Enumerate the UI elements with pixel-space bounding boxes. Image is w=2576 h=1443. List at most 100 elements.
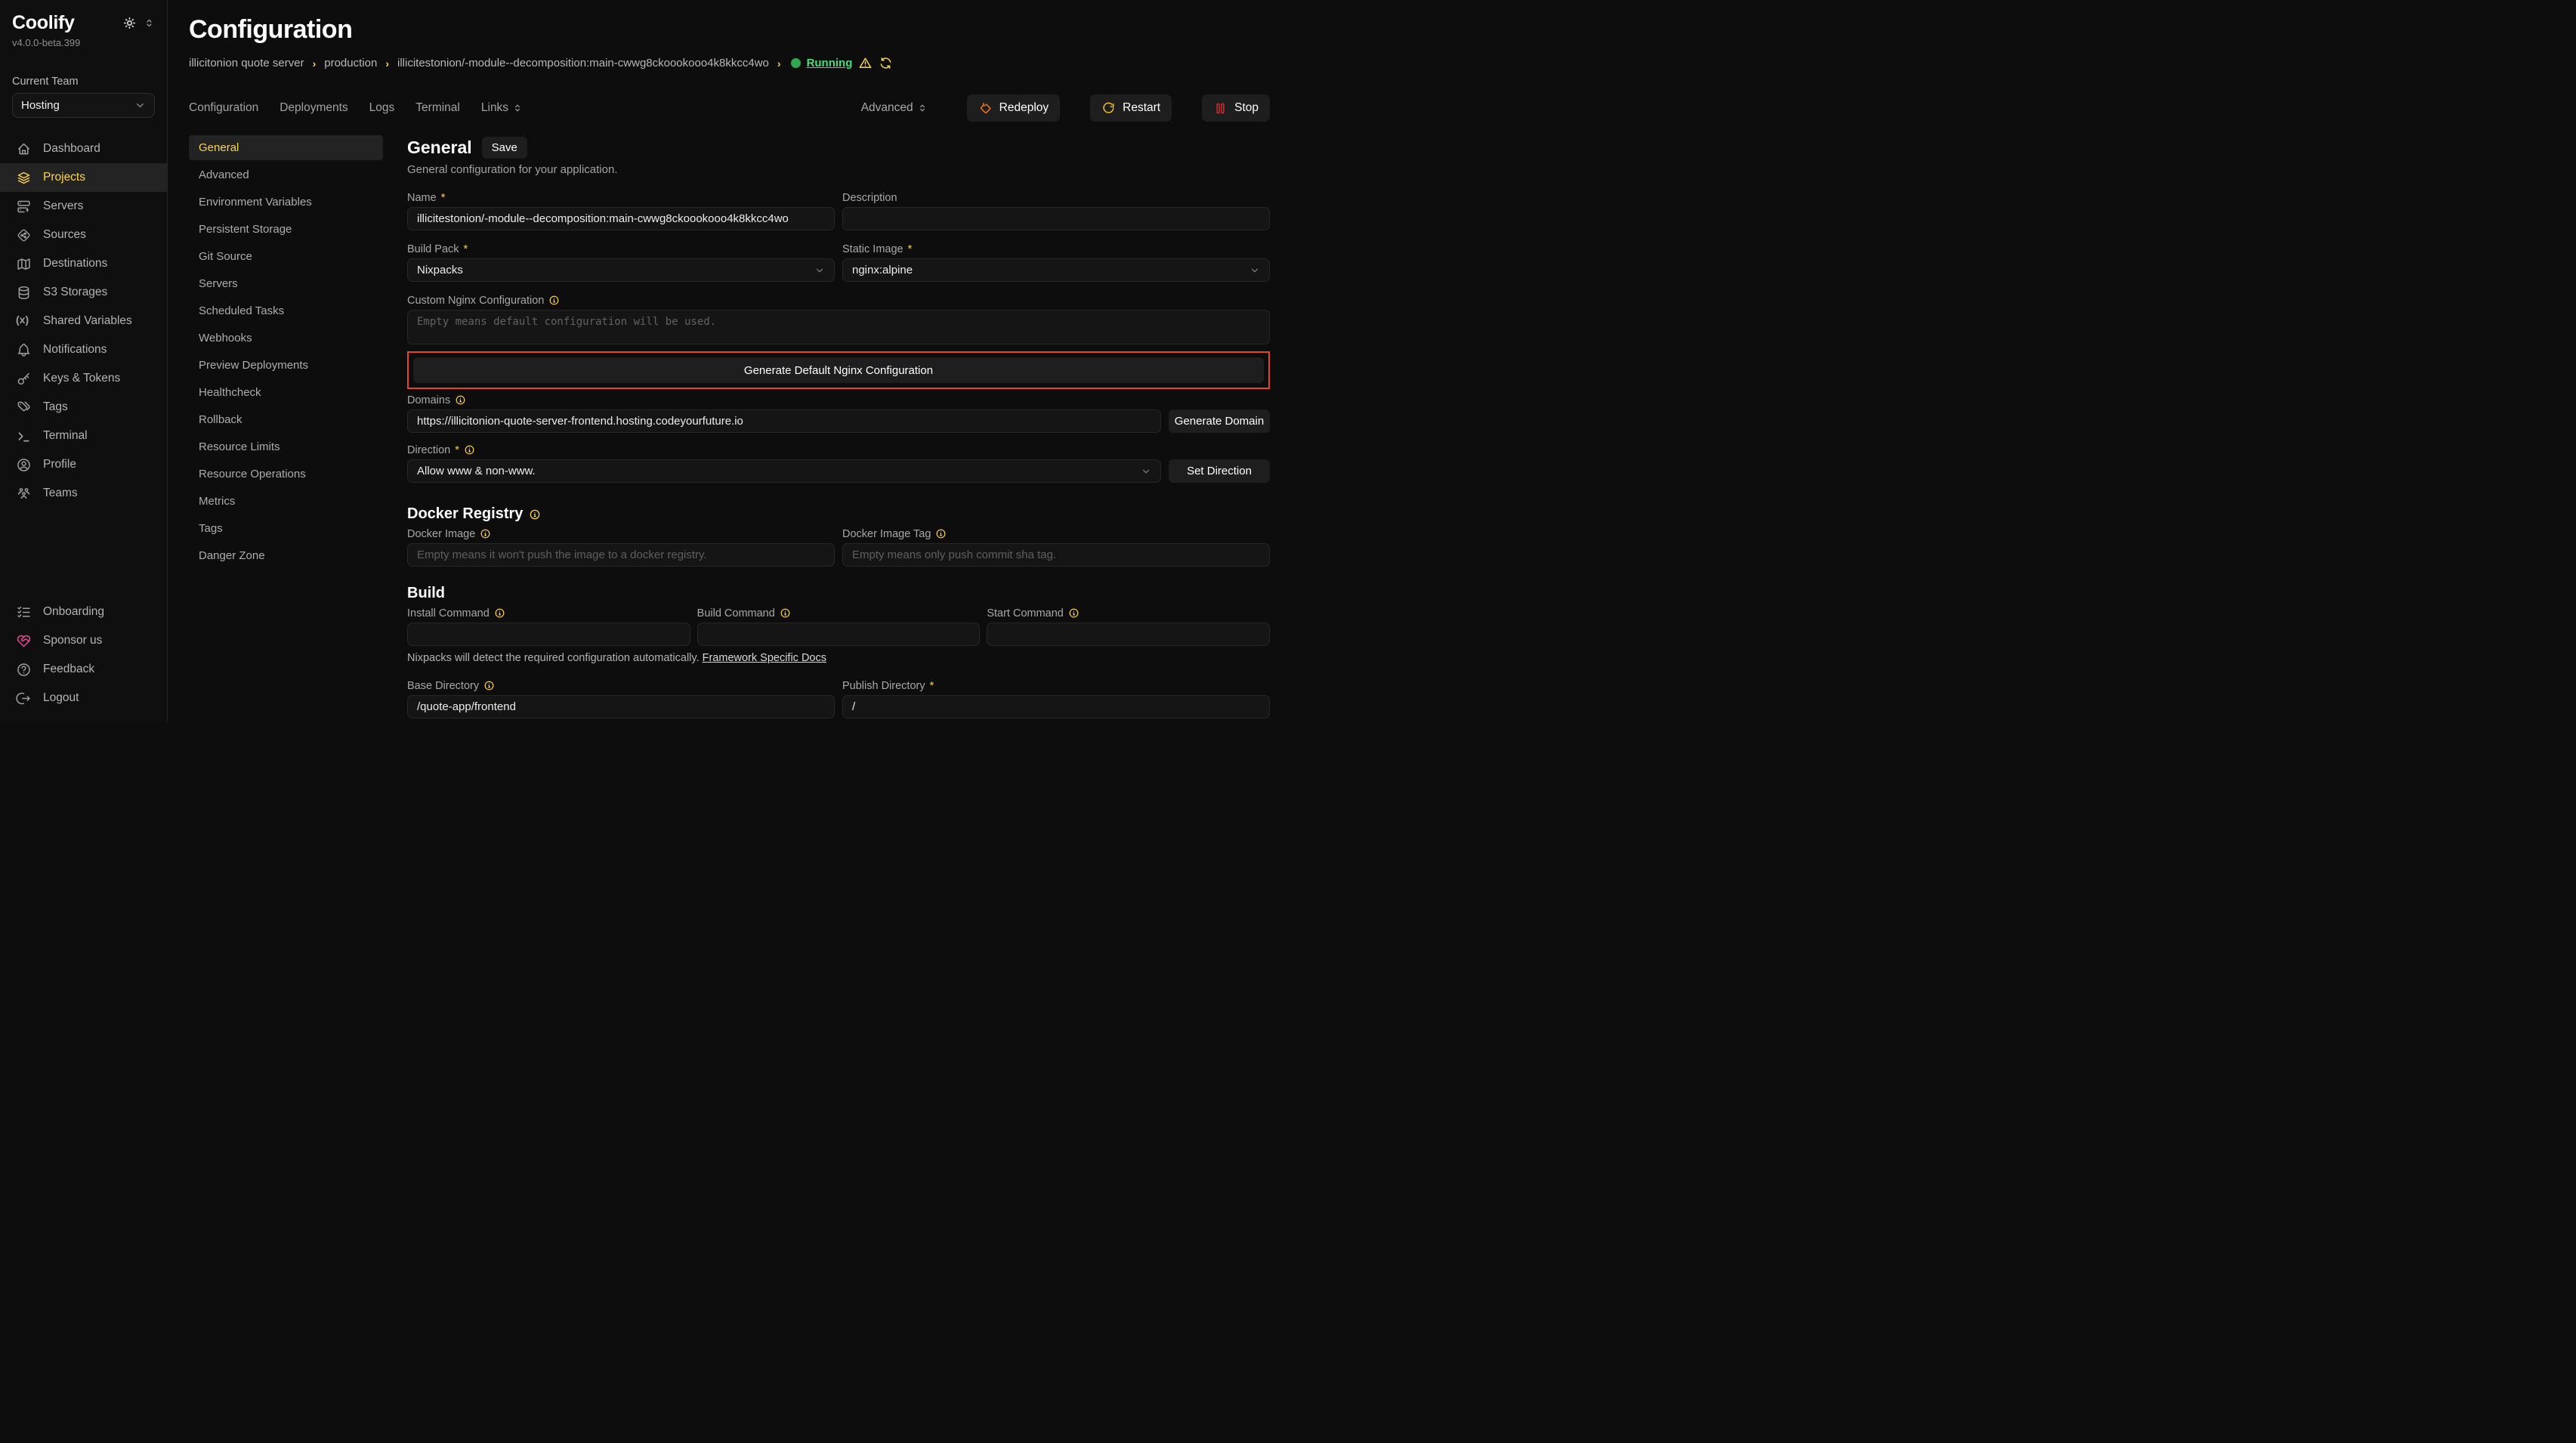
- build-command-input[interactable]: [697, 623, 981, 646]
- sidebar-item-terminal[interactable]: Terminal: [0, 422, 167, 450]
- description-input[interactable]: [842, 207, 1270, 230]
- redeploy-button[interactable]: Redeploy: [967, 94, 1061, 122]
- tags-icon: [16, 400, 32, 416]
- restart-button[interactable]: Restart: [1090, 94, 1172, 122]
- publish-directory-input[interactable]: [842, 695, 1270, 718]
- info-icon[interactable]: [483, 680, 495, 691]
- info-icon[interactable]: [935, 528, 947, 539]
- sidebar-item-servers[interactable]: Servers: [0, 192, 167, 221]
- info-icon[interactable]: [548, 295, 560, 306]
- sidebar-item-feedback[interactable]: Feedback: [0, 655, 167, 684]
- subnav-item-git-source[interactable]: Git Source: [189, 244, 383, 269]
- info-icon[interactable]: [1068, 607, 1080, 619]
- custom-nginx-textarea[interactable]: [407, 310, 1270, 345]
- sidebar-item-teams[interactable]: Teams: [0, 479, 167, 508]
- subnav-item-danger-zone[interactable]: Danger Zone: [189, 543, 383, 568]
- info-icon[interactable]: [455, 394, 466, 406]
- key-icon: [16, 371, 32, 387]
- selector-icon: [512, 103, 523, 113]
- info-icon[interactable]: [480, 528, 491, 539]
- description-label: Description: [842, 191, 1270, 204]
- subnav-item-resource-operations[interactable]: Resource Operations: [189, 462, 383, 487]
- name-input[interactable]: [407, 207, 835, 230]
- required-asterisk: *: [930, 680, 934, 692]
- tab-terminal[interactable]: Terminal: [415, 101, 460, 115]
- sidebar-item-sponsor-us[interactable]: Sponsor us: [0, 626, 167, 655]
- terminal-icon: [16, 428, 32, 444]
- subnav-item-preview-deployments[interactable]: Preview Deployments: [189, 353, 383, 378]
- advanced-toggle[interactable]: Advanced: [861, 101, 928, 115]
- subnav-item-persistent-storage[interactable]: Persistent Storage: [189, 217, 383, 242]
- sidebar-item-logout[interactable]: Logout: [0, 684, 167, 712]
- subnav-item-environment-variables[interactable]: Environment Variables: [189, 190, 383, 215]
- start-command-input[interactable]: [987, 623, 1270, 646]
- build-pack-select[interactable]: Nixpacks: [407, 258, 835, 282]
- tab-configuration[interactable]: Configuration: [189, 101, 258, 115]
- install-command-input[interactable]: [407, 623, 690, 646]
- subnav-item-tags[interactable]: Tags: [189, 516, 383, 541]
- info-icon[interactable]: [494, 607, 505, 619]
- stop-button[interactable]: Stop: [1202, 94, 1270, 122]
- subnav-item-general[interactable]: General: [189, 135, 383, 160]
- tab-links[interactable]: Links: [481, 101, 523, 115]
- domains-label: Domains: [407, 394, 1270, 406]
- tab-deployments[interactable]: Deployments: [280, 101, 347, 115]
- warning-triangle-icon[interactable]: [858, 56, 873, 70]
- team-select[interactable]: Hosting: [12, 93, 155, 118]
- heart-handshake-icon: [16, 633, 32, 649]
- running-status-link[interactable]: Running: [807, 57, 853, 70]
- subnav-item-webhooks[interactable]: Webhooks: [189, 326, 383, 351]
- refresh-icon[interactable]: [879, 56, 893, 70]
- help-circle-icon: [16, 662, 32, 678]
- info-icon[interactable]: [529, 508, 541, 521]
- subnav-item-resource-limits[interactable]: Resource Limits: [189, 434, 383, 459]
- theme-sun-icon[interactable]: [122, 16, 137, 30]
- subnav-item-metrics[interactable]: Metrics: [189, 489, 383, 514]
- subnav-item-advanced[interactable]: Advanced: [189, 162, 383, 187]
- bell-icon: [16, 342, 32, 358]
- name-label: Name*: [407, 191, 835, 204]
- static-image-select[interactable]: nginx:alpine: [842, 258, 1270, 282]
- info-icon[interactable]: [464, 444, 475, 456]
- docker-image-input[interactable]: [407, 543, 835, 567]
- framework-docs-link[interactable]: Framework Specific Docs: [703, 652, 826, 664]
- tabs-row: Configuration Deployments Logs Terminal …: [189, 94, 1270, 122]
- domains-input[interactable]: [407, 409, 1161, 433]
- general-heading: General: [407, 138, 472, 158]
- subnav-item-healthcheck[interactable]: Healthcheck: [189, 380, 383, 405]
- subnav-item-scheduled-tasks[interactable]: Scheduled Tasks: [189, 298, 383, 323]
- save-button[interactable]: Save: [482, 137, 527, 159]
- docker-image-tag-label: Docker Image Tag: [842, 527, 1270, 540]
- docker-image-tag-input[interactable]: [842, 543, 1270, 567]
- sidebar-item-sources[interactable]: Sources: [0, 221, 167, 249]
- theme-selector-icon[interactable]: [144, 17, 155, 29]
- set-direction-button[interactable]: Set Direction: [1169, 459, 1270, 483]
- sidebar-item-s3-storages[interactable]: S3 Storages: [0, 278, 167, 307]
- sidebar-item-dashboard[interactable]: Dashboard: [0, 134, 167, 163]
- sidebar-item-profile[interactable]: Profile: [0, 450, 167, 479]
- build-pack-value: Nixpacks: [417, 264, 463, 277]
- sidebar-item-destinations[interactable]: Destinations: [0, 249, 167, 278]
- breadcrumb-project[interactable]: illicitonion quote server: [189, 57, 304, 70]
- direction-select[interactable]: Allow www & non-www.: [407, 459, 1161, 483]
- generate-domain-button[interactable]: Generate Domain: [1169, 409, 1270, 433]
- sidebar-item-notifications[interactable]: Notifications: [0, 335, 167, 364]
- breadcrumb-environment[interactable]: production: [324, 57, 377, 70]
- breadcrumb-resource[interactable]: illicitestonion/-module--decomposition:m…: [397, 57, 769, 70]
- info-icon[interactable]: [780, 607, 791, 619]
- git-icon: [16, 227, 32, 243]
- docker-image-label: Docker Image: [407, 527, 835, 540]
- sidebar-item-tags[interactable]: Tags: [0, 393, 167, 422]
- sidebar-item-shared-variables[interactable]: (x) Shared Variables: [0, 307, 167, 335]
- chevron-down-icon: [1141, 466, 1151, 477]
- sidebar-item-keys-tokens[interactable]: Keys & Tokens: [0, 364, 167, 393]
- generate-default-nginx-button[interactable]: Generate Default Nginx Configuration: [413, 357, 1264, 383]
- checklist-icon: [16, 604, 32, 620]
- sidebar-item-onboarding[interactable]: Onboarding: [0, 598, 167, 626]
- base-directory-input[interactable]: [407, 695, 835, 718]
- subnav-item-rollback[interactable]: Rollback: [189, 407, 383, 432]
- tab-logs[interactable]: Logs: [369, 101, 395, 115]
- subnav-item-servers[interactable]: Servers: [189, 271, 383, 296]
- sidebar-item-projects[interactable]: Projects: [0, 163, 167, 192]
- advanced-toggle-label: Advanced: [861, 101, 913, 115]
